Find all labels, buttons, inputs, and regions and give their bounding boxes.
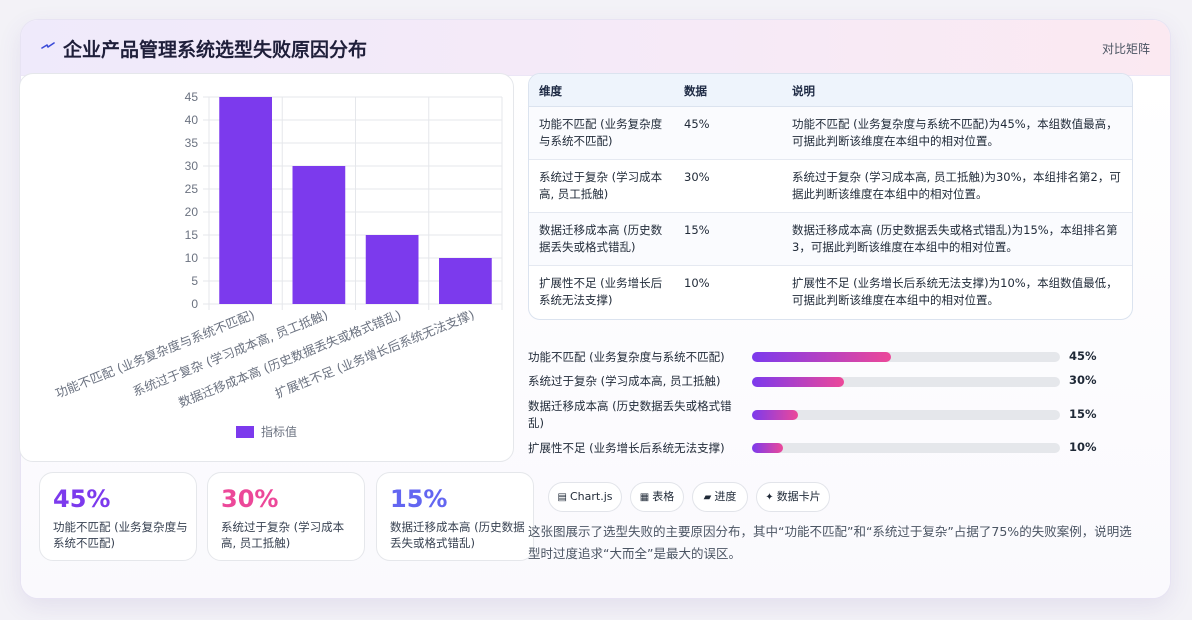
cell-note: 扩展性不足 (业务增长后系统无法支撑)为10%，本组数值最低，可据此判断该维度在… — [792, 276, 1118, 307]
kpi-value: 45% — [53, 485, 111, 513]
cell-dimension: 功能不匹配 (业务复杂度与系统不匹配) — [539, 117, 663, 148]
table-row: 系统过于复杂 (学习成本高, 员工抵触) 30% 系统过于复杂 (学习成本高, … — [529, 160, 1132, 213]
table-row: 数据迁移成本高 (历史数据丢失或格式错乱) 15% 数据迁移成本高 (历史数据丢… — [529, 213, 1132, 266]
y-tick-label: 0 — [191, 297, 198, 311]
progress-fill — [752, 377, 845, 387]
progress-track — [752, 352, 1060, 362]
legend-label: 指标值 — [261, 424, 297, 439]
progress-percent: 15% — [1069, 407, 1097, 421]
chip-label: Chart.js — [569, 490, 613, 503]
progress-fill — [752, 410, 799, 420]
kpi-card: 45% 功能不匹配 (业务复杂度与系统不匹配) — [39, 472, 197, 561]
y-tick-label: 20 — [185, 205, 199, 219]
data-table: 维度 数据 说明 功能不匹配 (业务复杂度与系统不匹配) 45% 功能不匹配 (… — [528, 73, 1133, 320]
progress-track — [752, 443, 1060, 453]
column-header: 维度 — [539, 84, 562, 98]
progress-label: 扩展性不足 (业务增长后系统无法支撑) — [528, 441, 725, 455]
kpi-value: 15% — [390, 485, 448, 513]
kpi-label: 功能不匹配 (业务复杂度与系统不匹配) — [53, 520, 188, 550]
kpi-value: 30% — [221, 485, 279, 513]
bar — [365, 235, 419, 304]
progress-track — [752, 410, 1060, 420]
chip-data-card[interactable]: ✦ 数据卡片 — [756, 482, 830, 512]
chip-label: 进度 — [714, 490, 737, 503]
progress-fill — [752, 443, 783, 453]
table-icon: ▦ — [639, 492, 650, 503]
cell-dimension: 扩展性不足 (业务增长后系统无法支撑) — [539, 276, 663, 307]
compare-matrix-link[interactable]: 对比矩阵 — [1102, 40, 1150, 57]
y-tick-label: 30 — [185, 159, 199, 173]
bar-chart-panel: 0 5 10 15 20 25 30 35 40 45 功能不匹配 (业务复杂度与系统不匹配) 系统过… — [19, 73, 514, 462]
column-header: 说明 — [792, 84, 815, 98]
kpi-card: 15% 数据迁移成本高 (历史数据丢失或格式错乱) — [376, 472, 534, 561]
cell-dimension: 系统过于复杂 (学习成本高, 员工抵触) — [539, 170, 663, 201]
cell-note: 数据迁移成本高 (历史数据丢失或格式错乱)为15%，本组排名第3，可据此判断该维… — [792, 223, 1118, 254]
y-tick-label: 25 — [185, 182, 199, 196]
y-tick-label: 10 — [185, 251, 199, 265]
chip-progress[interactable]: ▰ 进度 — [692, 482, 748, 512]
bar — [292, 166, 346, 304]
cell-value: 45% — [684, 117, 710, 131]
column-header: 数据 — [684, 84, 707, 98]
progress-label: 系统过于复杂 (学习成本高, 员工抵触) — [528, 374, 721, 388]
bar — [219, 97, 272, 304]
sparkle-icon: ✦ — [765, 492, 774, 503]
chip-label: 表格 — [652, 490, 675, 503]
cell-value: 10% — [684, 276, 710, 290]
chip-table[interactable]: ▦ 表格 — [630, 482, 684, 512]
progress-label: 功能不匹配 (业务复杂度与系统不匹配) — [528, 350, 725, 364]
y-tick-label: 35 — [185, 136, 199, 150]
page-title: 企业产品管理系统选型失败原因分布 — [63, 39, 368, 61]
y-tick-label: 40 — [185, 113, 199, 127]
kpi-card: 30% 系统过于复杂 (学习成本高, 员工抵触) — [207, 472, 365, 561]
progress-icon: ▰ — [703, 492, 712, 503]
bar — [439, 258, 492, 304]
table-header: 维度 数据 说明 — [529, 74, 1132, 107]
progress-track — [752, 377, 1060, 387]
progress-percent: 45% — [1069, 349, 1097, 363]
y-tick-label: 15 — [185, 228, 199, 242]
lightning-icon — [41, 42, 55, 49]
progress-percent: 10% — [1069, 440, 1097, 454]
progress-percent: 30% — [1069, 373, 1097, 387]
cell-note: 系统过于复杂 (学习成本高, 员工抵触)为30%，本组排名第2，可据此判断该维度… — [792, 170, 1121, 201]
progress-label: 数据迁移成本高 (历史数据丢失或格式错乱) — [528, 399, 732, 430]
chart-icon: ▤ — [557, 492, 567, 503]
kpi-label: 系统过于复杂 (学习成本高, 员工抵触) — [221, 520, 345, 550]
bar-chart: 051015202530354045功能不匹配 (业务复杂度与系统不匹配)系统过… — [53, 90, 503, 439]
cell-value: 30% — [684, 170, 710, 184]
table-row: 扩展性不足 (业务增长后系统无法支撑) 10% 扩展性不足 (业务增长后系统无法… — [529, 266, 1132, 319]
chip-label: 数据卡片 — [776, 490, 821, 503]
header: 企业产品管理系统选型失败原因分布 对比矩阵 — [21, 20, 1170, 76]
chip-chartjs[interactable]: ▤ Chart.js — [548, 482, 622, 512]
cell-dimension: 数据迁移成本高 (历史数据丢失或格式错乱) — [539, 223, 663, 254]
kpi-label: 数据迁移成本高 (历史数据丢失或格式错乱) — [390, 520, 525, 550]
chart-description: 这张图展示了选型失败的主要原因分布，其中“功能不匹配”和“系统过于复杂”占据了7… — [528, 524, 1132, 561]
cell-note: 功能不匹配 (业务复杂度与系统不匹配)为45%，本组数值最高，可据此判断该维度在… — [792, 117, 1118, 148]
y-tick-label: 45 — [185, 90, 199, 104]
table-row: 功能不匹配 (业务复杂度与系统不匹配) 45% 功能不匹配 (业务复杂度与系统不… — [529, 107, 1132, 160]
y-tick-label: 5 — [191, 274, 198, 288]
legend-swatch — [236, 426, 254, 438]
cell-value: 15% — [684, 223, 710, 237]
progress-fill — [752, 352, 891, 362]
